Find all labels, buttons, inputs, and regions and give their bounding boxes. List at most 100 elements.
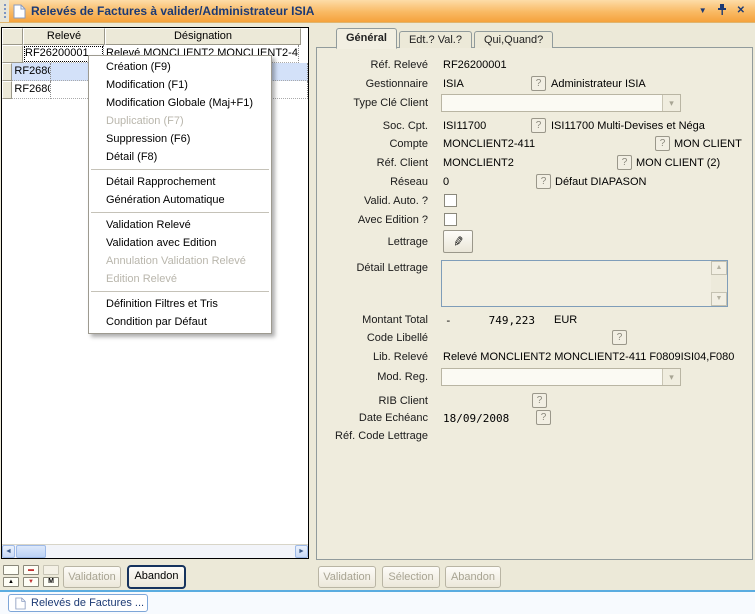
lookup-help-button[interactable]: ?: [536, 174, 551, 189]
amount-value: 749,223: [477, 312, 535, 329]
field-lib-releve: Lib. Relevé Relevé MONCLIENT2 MONCLIENT2…: [317, 349, 752, 367]
red-bar-icon: ▬: [28, 567, 34, 573]
avec-edition-checkbox[interactable]: [444, 213, 457, 226]
menu-item-creation[interactable]: Création (F9): [89, 58, 271, 76]
drag-grip[interactable]: [0, 0, 9, 22]
menu-item-validation-avec-edition[interactable]: Validation avec Edition: [89, 234, 271, 252]
field-value: ISI11700: [443, 118, 486, 135]
field-label: Code Libellé: [317, 330, 428, 347]
abandon-button-right: Abandon: [445, 566, 501, 588]
detail-lettrage-textarea[interactable]: ▲ ▼: [441, 260, 728, 307]
menu-item-definition-filtres[interactable]: Définition Filtres et Tris: [89, 295, 271, 313]
row-selector[interactable]: [2, 81, 12, 99]
lookup-help-button[interactable]: ?: [612, 330, 627, 345]
lookup-help-button[interactable]: ?: [617, 155, 632, 170]
field-montant-total: Montant Total - 749,223 EUR: [317, 312, 752, 330]
pin-icon[interactable]: [717, 4, 727, 19]
field-value: RF26200001: [443, 57, 507, 74]
mod-reg-combo[interactable]: ▾: [441, 368, 681, 386]
menu-item-edition-releve: Edition Relevé: [89, 270, 271, 288]
nav-up-button[interactable]: ▲: [3, 577, 19, 587]
scroll-up-icon[interactable]: ▲: [711, 261, 727, 275]
row-selector[interactable]: [2, 63, 12, 81]
amount-sign: -: [445, 312, 452, 329]
field-valid-auto: Valid. Auto. ?: [317, 193, 752, 211]
field-value: 0: [443, 174, 449, 191]
field-description: Administrateur ISIA: [551, 76, 646, 93]
field-gestionnaire: Gestionnaire ISIA ? Administrateur ISIA: [317, 76, 752, 94]
scrollbar-thumb[interactable]: [16, 545, 46, 558]
scroll-right-icon[interactable]: ►: [295, 545, 308, 558]
field-label: Date Echéanc: [317, 410, 428, 427]
document-icon: [15, 597, 26, 610]
lookup-help-button[interactable]: ?: [531, 118, 546, 133]
application-window: { "window": { "title": "Relevés de Factu…: [0, 0, 755, 614]
lettrage-button[interactable]: ✎: [443, 230, 473, 253]
menu-item-validation-releve[interactable]: Validation Relevé: [89, 216, 271, 234]
menu-item-detail-rapprochement[interactable]: Détail Rapprochement: [89, 173, 271, 191]
detail-panel: Général Edt.? Val.? Qui,Quand? Réf. Rele…: [312, 24, 754, 561]
field-label: Valid. Auto. ?: [317, 193, 428, 210]
lookup-help-button[interactable]: ?: [536, 410, 551, 425]
column-header-releve[interactable]: Relevé: [23, 28, 105, 45]
up-triangle-icon: ▲: [8, 579, 14, 585]
menu-separator: [91, 212, 269, 213]
field-value: 18/09/2008: [443, 410, 509, 427]
window-menu-icon[interactable]: ▼: [699, 7, 707, 15]
row-selector-header[interactable]: [2, 28, 23, 45]
menu-item-condition-par-defaut[interactable]: Condition par Défaut: [89, 313, 271, 331]
cell-releve[interactable]: RF268000: [12, 63, 51, 81]
type-cle-client-combo[interactable]: ▾: [441, 94, 681, 112]
nav-m-button[interactable]: M: [43, 577, 59, 587]
field-ref-client: Réf. Client MONCLIENT2 ? MON CLIENT (2): [317, 155, 752, 173]
field-value: MONCLIENT2: [443, 155, 514, 172]
field-ref-releve: Réf. Relevé RF26200001: [317, 57, 752, 75]
menu-item-detail[interactable]: Détail (F8): [89, 148, 271, 166]
validation-button-left: Validation: [63, 566, 121, 588]
field-label: Gestionnaire: [317, 76, 428, 93]
nav-delete-button[interactable]: ▬: [23, 565, 39, 575]
field-compte: Compte MONCLIENT2-411 ? MON CLIENT: [317, 136, 752, 154]
taskbar-tab-releves[interactable]: Relevés de Factures ...: [8, 594, 148, 612]
scroll-left-icon[interactable]: ◄: [2, 545, 15, 558]
close-icon[interactable]: ✕: [737, 6, 745, 16]
field-detail-lettrage: Détail Lettrage ▲ ▼: [317, 260, 752, 308]
scroll-down-icon[interactable]: ▼: [711, 292, 727, 306]
field-reseau: Réseau 0 ? Défaut DIAPASON: [317, 174, 752, 192]
lookup-help-button[interactable]: ?: [655, 136, 670, 151]
menu-item-annulation-validation: Annulation Validation Relevé: [89, 252, 271, 270]
grid-header: Relevé Désignation: [2, 28, 308, 45]
selection-button: Sélection: [382, 566, 440, 588]
row-selector[interactable]: [2, 45, 23, 63]
chevron-down-icon: ▾: [662, 369, 680, 385]
horizontal-scrollbar[interactable]: ◄ ►: [2, 544, 308, 558]
nav-blank-button[interactable]: [3, 565, 19, 575]
field-type-cle-client: Type Clé Client ▾: [317, 95, 752, 113]
field-label: Type Clé Client: [317, 95, 428, 112]
field-code-libelle: Code Libellé ?: [317, 330, 752, 348]
cell-releve[interactable]: RF268000: [12, 81, 51, 99]
vertical-scrollbar[interactable]: ▲ ▼: [711, 261, 727, 306]
field-description: MON CLIENT (2): [636, 155, 720, 172]
nav-down-button[interactable]: ▼: [23, 577, 39, 587]
menu-item-duplication: Duplication (F7): [89, 112, 271, 130]
window-title: Relevés de Factures à valider/Administra…: [31, 4, 314, 18]
lookup-help-button[interactable]: ?: [531, 76, 546, 91]
menu-separator: [91, 169, 269, 170]
menu-item-modification-globale[interactable]: Modification Globale (Maj+F1): [89, 94, 271, 112]
lookup-help-button[interactable]: ?: [532, 393, 547, 408]
validation-button-right: Validation: [318, 566, 376, 588]
field-description: ISI11700 Multi-Devises et Néga: [551, 118, 705, 135]
column-header-designation[interactable]: Désignation: [105, 28, 301, 45]
valid-auto-checkbox[interactable]: [444, 194, 457, 207]
field-label: Compte: [317, 136, 428, 153]
menu-item-generation-automatique[interactable]: Génération Automatique: [89, 191, 271, 209]
tab-edt-val[interactable]: Edt.? Val.?: [399, 31, 472, 48]
abandon-button-left[interactable]: Abandon: [127, 565, 186, 589]
menu-item-modification[interactable]: Modification (F1): [89, 76, 271, 94]
tab-general[interactable]: Général: [336, 28, 397, 49]
menu-item-suppression[interactable]: Suppression (F6): [89, 130, 271, 148]
chevron-down-icon: ▾: [662, 95, 680, 111]
tab-qui-quand[interactable]: Qui,Quand?: [474, 31, 553, 48]
field-soc-cpt: Soc. Cpt. ISI11700 ? ISI11700 Multi-Devi…: [317, 118, 752, 136]
